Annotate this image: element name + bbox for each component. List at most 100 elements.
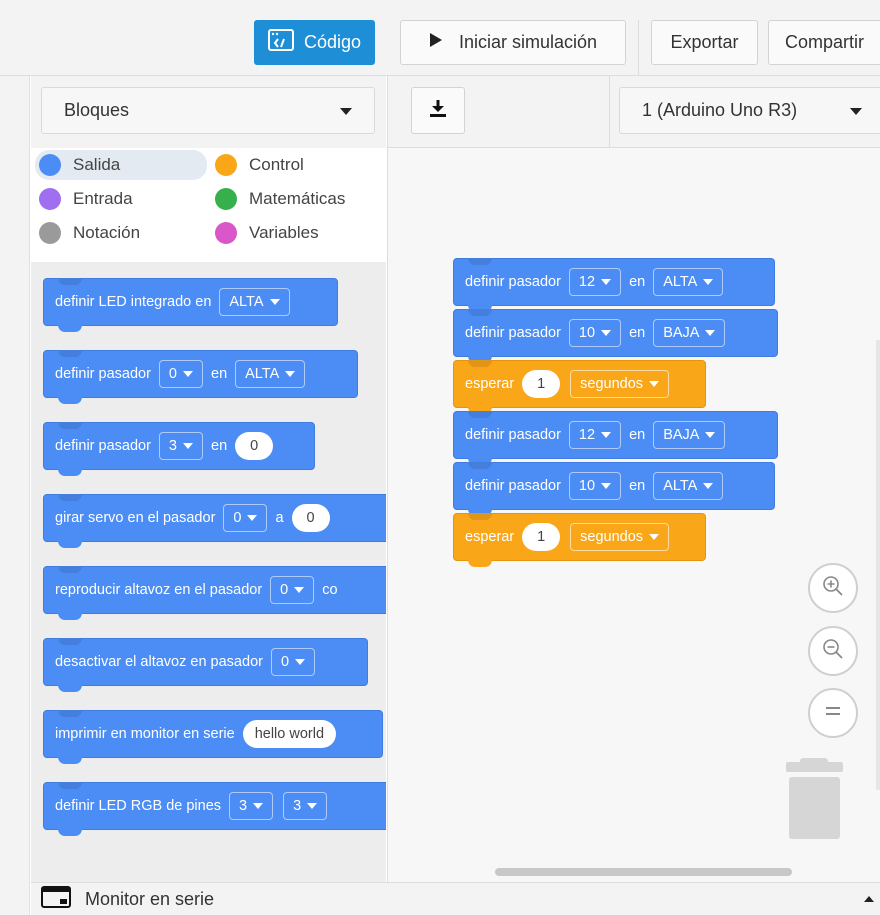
palette-block-set-pin[interactable]: definir pasador 0 en ALTA	[43, 350, 358, 404]
workspace-block-set-pin[interactable]: definir pasador 10 en BAJA	[453, 309, 778, 363]
download-button[interactable]	[411, 87, 465, 134]
value-label: BAJA	[663, 427, 700, 443]
category-label: Notación	[73, 223, 141, 242]
pin-dropdown[interactable]: 10	[568, 319, 622, 347]
pin-label: 3	[168, 438, 177, 454]
pin-dropdown[interactable]: 3	[229, 792, 274, 820]
category-control[interactable]: Control	[215, 150, 304, 180]
start-simulation-label: Iniciar simulación	[458, 32, 598, 52]
value-label: BAJA	[663, 325, 700, 341]
block-text: definir pasador	[465, 427, 561, 443]
block-text: desactivar el altavoz en pasador	[55, 654, 263, 670]
category-label: Matemáticas	[249, 189, 346, 208]
zoom-in-icon	[822, 575, 844, 602]
text-input[interactable]: hello world	[242, 720, 337, 748]
start-simulation-button[interactable]: Iniciar simulación	[400, 20, 626, 65]
code-icon	[267, 29, 294, 56]
chevron-up-icon[interactable]	[864, 896, 874, 902]
trash-lid	[786, 762, 843, 772]
pin-dropdown[interactable]: 12	[568, 268, 622, 296]
category-entrada[interactable]: Entrada	[39, 184, 133, 214]
zoom-out-icon	[822, 638, 844, 665]
palette-block-disable-speaker[interactable]: desactivar el altavoz en pasador 0	[43, 638, 368, 692]
caret-down-icon	[601, 432, 612, 438]
palette-block-set-pin-analog[interactable]: definir pasador 3 en 0	[43, 422, 315, 476]
horizontal-scrollbar[interactable]	[495, 868, 792, 876]
pin-dropdown[interactable]: 0	[158, 360, 203, 388]
caret-down-icon	[649, 381, 660, 387]
unit-label: segundos	[580, 376, 644, 392]
caret-down-icon	[649, 534, 660, 540]
serial-monitor-bar[interactable]: Monitor en serie	[31, 882, 880, 915]
palette-block-set-rgb-led[interactable]: definir LED RGB de pines 3 3	[43, 782, 386, 836]
block-text: definir pasador	[55, 438, 151, 454]
trash-can[interactable]	[789, 777, 840, 839]
pin-label: 0	[280, 582, 289, 598]
block-text: definir pasador	[465, 325, 561, 341]
palette-block-play-speaker[interactable]: reproducir altavoz en el pasador 0 co	[43, 566, 386, 620]
value-dropdown[interactable]: ALTA	[653, 472, 724, 500]
zoom-in-button[interactable]	[808, 563, 858, 613]
code-button-label: Código	[303, 32, 362, 52]
unit-label: segundos	[580, 529, 644, 545]
unit-dropdown[interactable]: segundos	[570, 523, 670, 551]
pin-dropdown[interactable]: 12	[568, 421, 622, 449]
vertical-scrollbar[interactable]	[876, 340, 880, 790]
left-edge-bar	[0, 76, 30, 915]
pin-label: 12	[578, 427, 596, 443]
zoom-out-button[interactable]	[808, 626, 858, 676]
value-dropdown[interactable]: ALTA	[653, 268, 724, 296]
pin-label: 3	[239, 798, 248, 814]
category-notacion[interactable]: Notación	[39, 218, 140, 248]
value-input[interactable]: 0	[235, 432, 274, 460]
caret-down-icon	[285, 371, 296, 377]
category-variables[interactable]: Variables	[215, 218, 319, 248]
share-button[interactable]: Compartir	[768, 20, 880, 65]
block-text: co	[322, 582, 338, 598]
workspace-block-set-pin[interactable]: definir pasador 12 en BAJA	[453, 411, 778, 465]
value-input[interactable]: 0	[291, 504, 330, 532]
pin-label: 0	[168, 366, 177, 382]
blocks-mode-dropdown[interactable]: Bloques	[41, 87, 375, 134]
code-button[interactable]: Código	[254, 20, 375, 65]
workspace-block-wait[interactable]: esperar 1 segundos	[453, 513, 706, 567]
block-text: a	[275, 510, 284, 526]
pin-dropdown[interactable]: 0	[270, 576, 315, 604]
unit-dropdown[interactable]: segundos	[570, 370, 670, 398]
palette-block-rotate-servo[interactable]: girar servo en el pasador 0 a 0	[43, 494, 386, 548]
number-input[interactable]: 1	[522, 370, 561, 398]
value-dropdown[interactable]: ALTA	[235, 360, 306, 388]
workspace-block-set-pin[interactable]: definir pasador 10 en ALTA	[453, 462, 775, 516]
block-text: en	[629, 427, 646, 443]
caret-down-icon	[601, 483, 612, 489]
pin-dropdown[interactable]: 10	[568, 472, 622, 500]
export-button[interactable]: Exportar	[651, 20, 758, 65]
top-toolbar: Código Iniciar simulación Exportar Compa…	[0, 0, 880, 76]
workspace-block-wait[interactable]: esperar 1 segundos	[453, 360, 706, 414]
caret-down-icon	[183, 371, 193, 377]
value-label: ALTA	[229, 294, 264, 310]
pin-dropdown[interactable]: 0	[270, 648, 316, 676]
workspace-block-set-pin[interactable]: definir pasador 12 en ALTA	[453, 258, 775, 312]
zoom-reset-button[interactable]	[808, 688, 858, 738]
number-input[interactable]: 1	[522, 523, 561, 551]
caret-down-icon	[705, 432, 716, 438]
board-select-dropdown[interactable]: 1 (Arduino Uno R3)	[619, 87, 880, 134]
pin-dropdown[interactable]: 0	[223, 504, 268, 532]
category-matematicas[interactable]: Matemáticas	[215, 184, 345, 214]
category-color-dot	[39, 154, 61, 176]
category-salida[interactable]: Salida	[35, 150, 207, 180]
pin-label: 10	[578, 478, 596, 494]
download-icon	[428, 98, 448, 123]
palette-block-set-builtin-led[interactable]: definir LED integrado en ALTA	[43, 278, 338, 332]
block-text: en	[629, 274, 646, 290]
pin-dropdown[interactable]: 3	[283, 792, 328, 820]
value-dropdown[interactable]: BAJA	[653, 421, 726, 449]
block-text: imprimir en monitor en serie	[55, 726, 235, 742]
value-dropdown[interactable]: ALTA	[219, 288, 290, 316]
category-color-dot	[39, 188, 61, 210]
block-palette: definir LED integrado en ALTA definir pa…	[31, 262, 386, 882]
value-dropdown[interactable]: BAJA	[653, 319, 726, 347]
pin-dropdown[interactable]: 3	[158, 432, 203, 460]
palette-block-serial-print[interactable]: imprimir en monitor en serie hello world	[43, 710, 383, 764]
